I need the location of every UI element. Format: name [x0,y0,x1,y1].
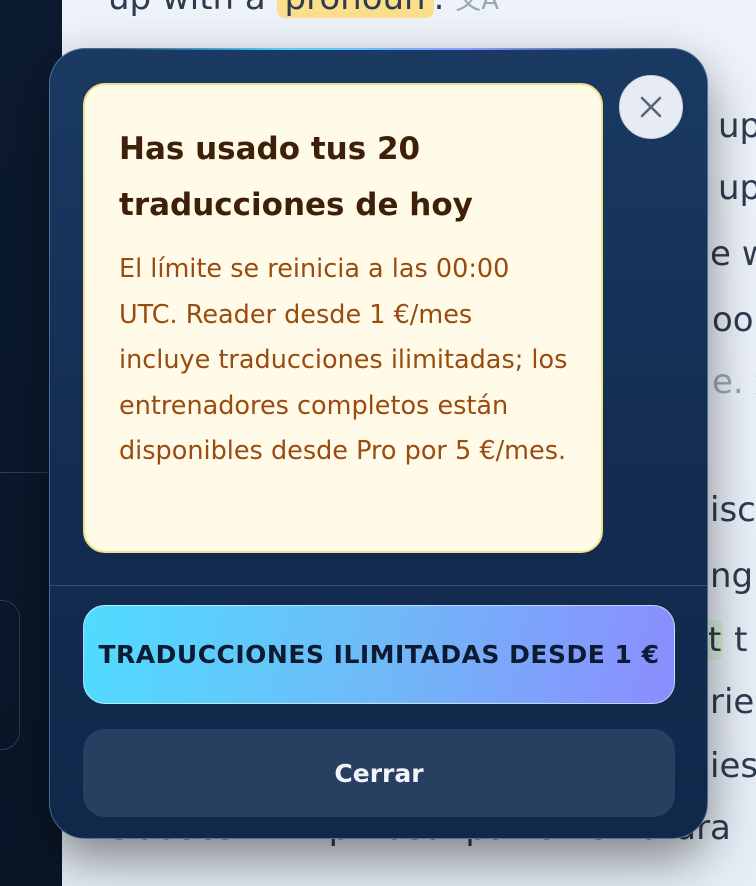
dialog-top-glow [110,48,647,50]
close-icon [640,96,662,118]
limit-notice-card: Has usado tus 20 traducciones de hoy El … [83,83,603,553]
dialog-title: Has usado tus 20 traducciones de hoy [119,131,473,223]
translation-limit-dialog: Has usado tus 20 traducciones de hoy El … [49,48,708,839]
dialog-message: El límite se reinicia a las 00:00 UTC. R… [119,254,568,466]
unlimited-translations-button[interactable]: TRADUCCIONES ILIMITADAS DESDE 1 € [83,605,675,704]
dismiss-button[interactable]: Cerrar [83,729,675,817]
close-button[interactable] [619,75,683,139]
dialog-divider [50,585,707,586]
